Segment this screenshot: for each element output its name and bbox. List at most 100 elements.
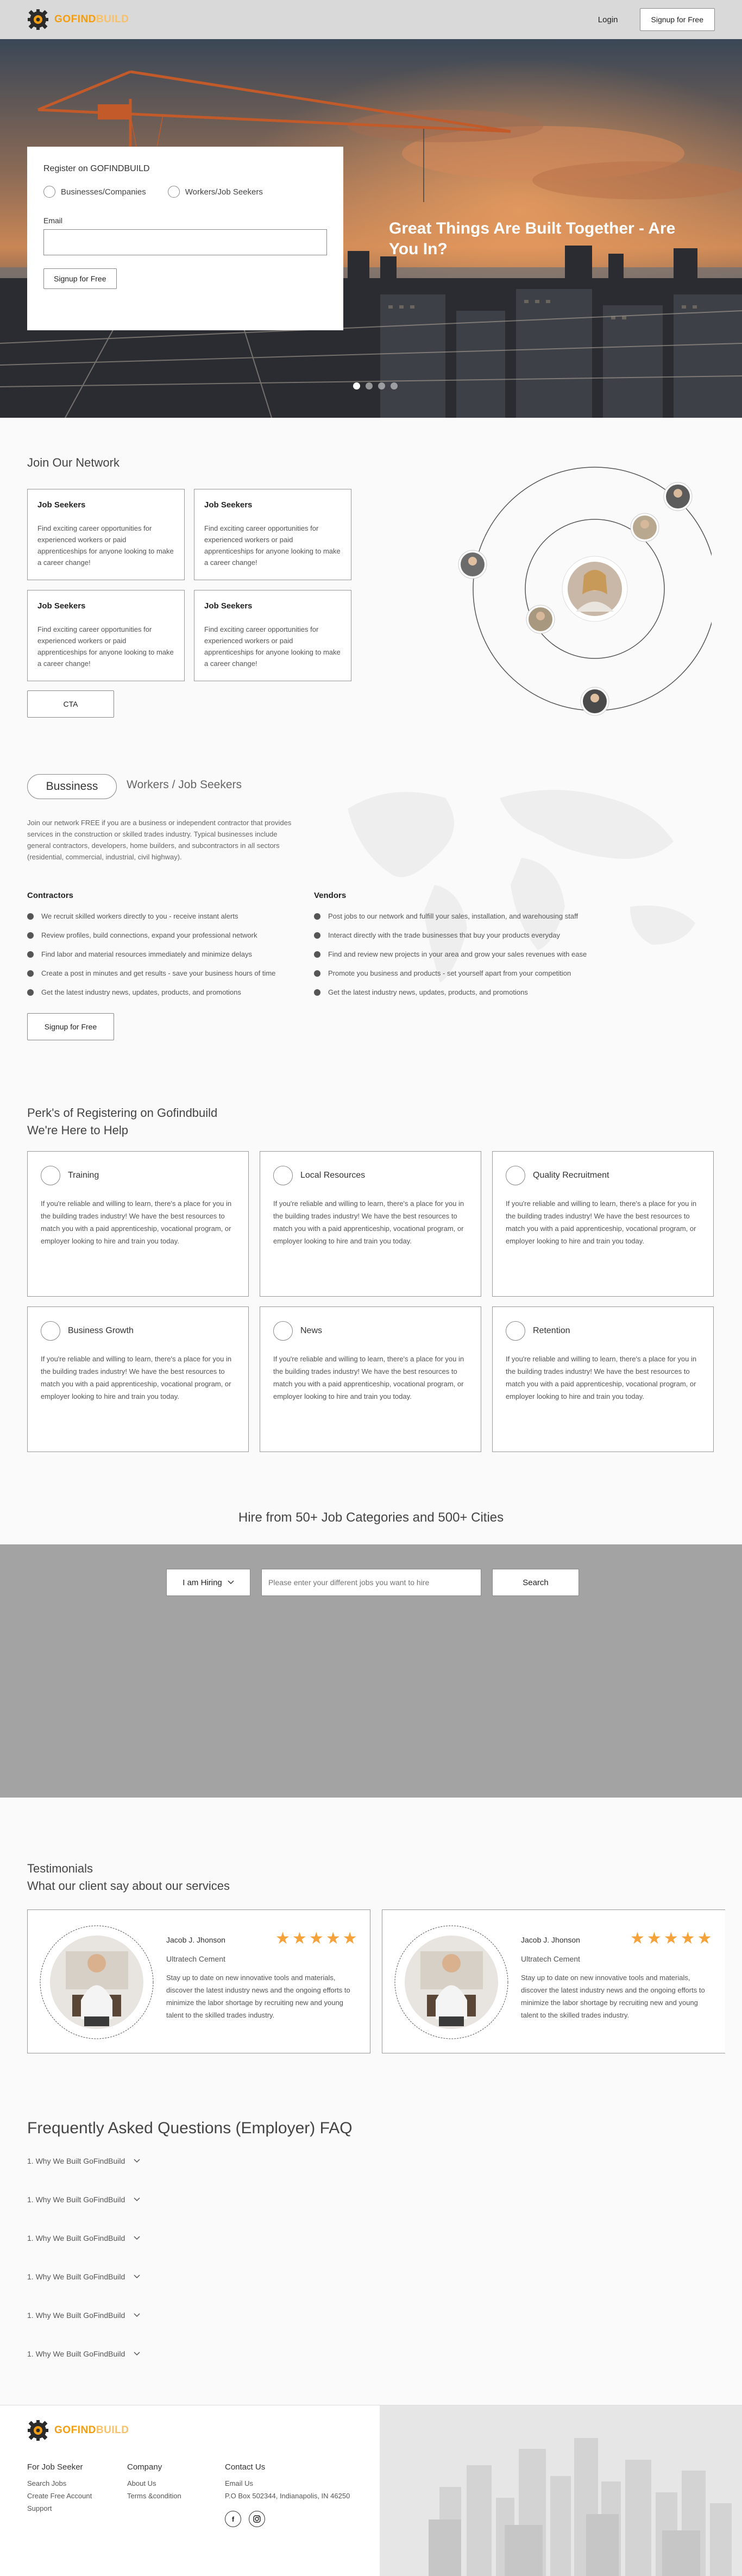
carousel-dot[interactable] [378, 382, 385, 389]
faq-item[interactable]: 1. Why We Built GoFindBuild [27, 2234, 140, 2242]
faq-question: 1. Why We Built GoFindBuild [27, 2195, 125, 2204]
star-icon: ★ [309, 1930, 324, 1947]
perk-name: Quality Recruitment [533, 1171, 609, 1180]
network-section: Join Our Network Job Seekers Find exciti… [0, 418, 742, 722]
perk-icon [273, 1166, 293, 1185]
footer-link-email[interactable]: Email Us [225, 2479, 350, 2487]
hiring-select[interactable]: I am Hiring [166, 1569, 250, 1596]
faq-question: 1. Why We Built GoFindBuild [27, 2272, 125, 2281]
footer-logo[interactable]: GOFINDBUILD [27, 2420, 129, 2441]
card-text: Find exciting career opportunities for e… [204, 524, 341, 567]
tab-business[interactable]: Bussiness [27, 774, 117, 799]
perk-card-business-growth[interactable]: Business Growth If you're reliable and w… [27, 1306, 249, 1452]
perk-name: Retention [533, 1326, 570, 1335]
cta-button[interactable]: CTA [27, 690, 114, 718]
card-title: Job Seekers [37, 601, 86, 611]
footer-address: P.O Box 502344, Indianapolis, IN 46250 [225, 2492, 350, 2500]
hire-search-controls: I am Hiring Search [166, 1569, 579, 1596]
search-button[interactable]: Search [492, 1569, 579, 1596]
star-rating: ★ ★ ★ ★ ★ [275, 1931, 357, 1947]
testimonial-name: Jacob J. Jhonson [166, 1936, 225, 1944]
testimonial-card: Jacob J. Jhonson Ultratech Cement ★ ★ ★ … [382, 1909, 725, 2053]
star-rating: ★ ★ ★ ★ ★ [630, 1931, 712, 1947]
star-icon: ★ [680, 1930, 695, 1947]
card-text: Find exciting career opportunities for e… [204, 625, 341, 668]
radio-workers[interactable]: Workers/Job Seekers [167, 186, 263, 198]
chevron-down-icon [134, 2159, 140, 2163]
faq-item[interactable]: 1. Why We Built GoFindBuild [27, 2272, 140, 2281]
chevron-down-icon [134, 2313, 140, 2317]
footer-column-title: Company [127, 2462, 162, 2472]
header-signup-button[interactable]: Signup for Free [639, 8, 715, 31]
hero-section: Register on GOFINDBUILD Businesses/Compa… [0, 39, 742, 418]
radio-label: Businesses/Companies [61, 187, 146, 197]
footer-link-about[interactable]: About Us [127, 2479, 181, 2487]
radio-circle[interactable] [167, 186, 180, 198]
carousel-dot[interactable] [366, 382, 373, 389]
business-signup-button[interactable]: Signup for Free [27, 1013, 114, 1040]
contractors-title: Contractors [27, 891, 74, 900]
carousel-dot[interactable] [391, 382, 398, 389]
hero-signup-button[interactable]: Signup for Free [43, 268, 117, 289]
testimonial-avatar [40, 1925, 154, 2039]
faq-question: 1. Why We Built GoFindBuild [27, 2311, 125, 2320]
perk-text: If you're reliable and willing to learn,… [273, 1199, 464, 1245]
logo-text: GOFINDBUILD [54, 14, 129, 25]
faq-item[interactable]: 1. Why We Built GoFindBuild [27, 2311, 140, 2320]
email-field[interactable] [43, 229, 327, 255]
perk-card-quality-recruitment[interactable]: Quality Recruitment If you're reliable a… [492, 1151, 714, 1297]
footer-city-graphic [380, 2405, 742, 2576]
job-search-input[interactable] [261, 1569, 481, 1596]
network-title: Join Our Network [27, 456, 120, 469]
radio-circle[interactable] [43, 186, 55, 198]
instagram-icon[interactable] [249, 2511, 265, 2527]
hero-headline: Great Things Are Built Together - Are Yo… [389, 219, 676, 258]
footer-link-support[interactable]: Support [27, 2504, 92, 2512]
faq-item[interactable]: 1. Why We Built GoFindBuild [27, 2195, 140, 2204]
chevron-down-icon [228, 1580, 234, 1585]
perk-icon [273, 1321, 293, 1341]
testimonial-text: Stay up to date on new innovative tools … [166, 1974, 350, 2019]
perk-card-retention[interactable]: Retention If you're reliable and willing… [492, 1306, 714, 1452]
faq-item[interactable]: 1. Why We Built GoFindBuild [27, 2349, 140, 2358]
network-card[interactable]: Job Seekers Find exciting career opportu… [27, 590, 185, 681]
gear-logo-icon [28, 2420, 48, 2441]
logo-text: GOFINDBUILD [54, 2424, 129, 2436]
network-orbit-graphic [458, 467, 712, 716]
faq-question: 1. Why We Built GoFindBuild [27, 2349, 125, 2358]
perk-card-local-resources[interactable]: Local Resources If you're reliable and w… [260, 1151, 481, 1297]
testimonial-text: Stay up to date on new innovative tools … [521, 1974, 705, 2019]
star-icon: ★ [275, 1930, 290, 1947]
list-item: Review profiles, build connections, expa… [27, 926, 275, 945]
tab-workers[interactable]: Workers / Job Seekers [127, 778, 242, 791]
page: GOFINDBUILD Login Signup for Free Regist… [0, 0, 742, 2576]
network-card[interactable]: Job Seekers Find exciting career opportu… [194, 590, 351, 681]
footer-link-search-jobs[interactable]: Search Jobs [27, 2479, 92, 2487]
faq-item[interactable]: 1. Why We Built GoFindBuild [27, 2157, 140, 2165]
footer-link-create-account[interactable]: Create Free Account [27, 2492, 92, 2500]
footer-link-terms[interactable]: Terms &condition [127, 2492, 181, 2500]
perk-text: If you're reliable and willing to learn,… [41, 1355, 232, 1400]
radio-businesses[interactable]: Businesses/Companies [43, 186, 146, 198]
social-links: f [225, 2511, 350, 2527]
network-card[interactable]: Job Seekers Find exciting career opportu… [27, 489, 185, 580]
perk-card-news[interactable]: News If you're reliable and willing to l… [260, 1306, 481, 1452]
card-title: Job Seekers [204, 500, 253, 510]
chevron-down-icon [134, 2236, 140, 2240]
network-card[interactable]: Job Seekers Find exciting career opportu… [194, 489, 351, 580]
facebook-icon[interactable]: f [225, 2511, 241, 2527]
account-type-radio-group: Businesses/Companies Workers/Job Seekers [43, 186, 327, 198]
footer-company-column: Company About Us Terms &condition [127, 2462, 181, 2504]
perk-name: Business Growth [68, 1326, 134, 1335]
carousel-dot[interactable] [353, 382, 360, 389]
star-icon: ★ [630, 1930, 645, 1947]
perk-card-training[interactable]: Training If you're reliable and willing … [27, 1151, 249, 1297]
perk-text: If you're reliable and willing to learn,… [506, 1199, 697, 1245]
email-label: Email [43, 216, 63, 225]
login-link[interactable]: Login [598, 15, 618, 24]
business-section: Bussiness Workers / Job Seekers Join our… [0, 722, 742, 1080]
perk-name: Training [68, 1171, 99, 1180]
site-header: GOFINDBUILD Login Signup for Free [0, 0, 742, 39]
logo[interactable]: GOFINDBUILD [27, 9, 129, 30]
carousel-dots [353, 382, 398, 389]
